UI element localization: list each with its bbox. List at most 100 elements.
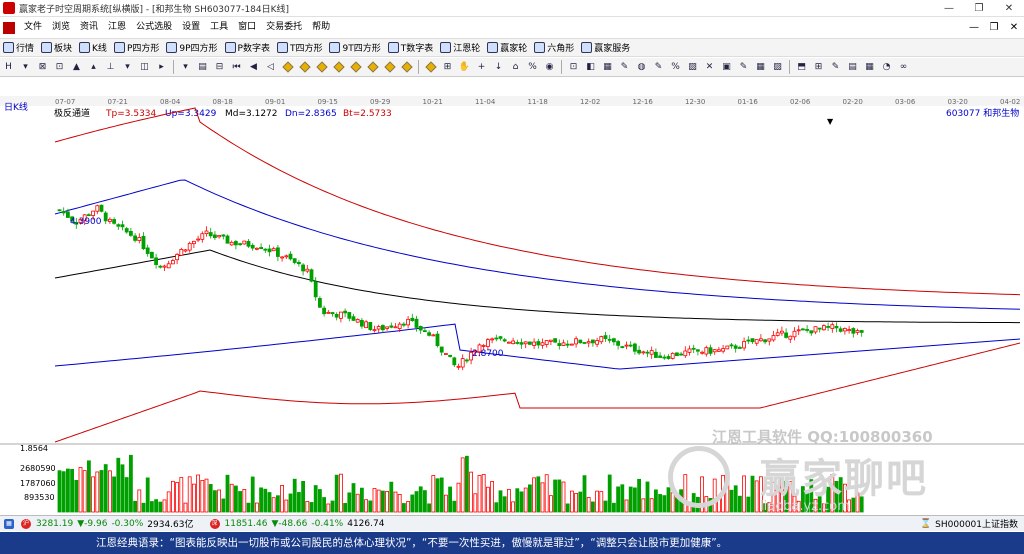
draw-tool-23-icon[interactable]: [400, 61, 413, 74]
menu-window[interactable]: 窗口: [233, 18, 261, 37]
draw-tool-20-icon[interactable]: [349, 61, 362, 74]
draw-tool-3-icon[interactable]: ⊡: [53, 61, 66, 74]
draw-tool-27-icon[interactable]: +: [475, 61, 488, 74]
minimize-button[interactable]: —: [934, 0, 964, 17]
draw-tool-37-icon[interactable]: ✎: [652, 61, 665, 74]
menu-trade[interactable]: 交易委托: [261, 18, 307, 37]
candle-body: [788, 335, 793, 340]
draw-tool-12-icon[interactable]: ⊟: [213, 61, 226, 74]
draw-tool-1-icon[interactable]: ▾: [19, 61, 32, 74]
menu-info[interactable]: 资讯: [75, 18, 103, 37]
sh-index-icon[interactable]: 沪: [21, 518, 31, 529]
volume-bar: [696, 496, 700, 513]
draw-tool-6-icon[interactable]: ⊥: [104, 61, 117, 74]
draw-tool-29-icon[interactable]: ⌂: [509, 61, 522, 74]
bottom-band-line: [54, 342, 1021, 443]
toolbar-blocks-button[interactable]: 板块: [38, 39, 76, 56]
draw-tool-39-icon[interactable]: ▨: [686, 61, 699, 74]
draw-tool-32-icon[interactable]: ⊡: [567, 61, 580, 74]
candle-body: [271, 248, 276, 252]
volume-bar: [826, 486, 830, 513]
restore-button[interactable]: ❐: [964, 0, 994, 17]
menu-grid-icon[interactable]: ▦: [4, 518, 14, 529]
draw-tool-42-icon[interactable]: ✎: [737, 61, 750, 74]
draw-tool-15-icon[interactable]: ◁: [264, 61, 277, 74]
draw-tool-7-icon[interactable]: ▾: [121, 61, 134, 74]
draw-tool-51-icon[interactable]: ∞: [897, 61, 910, 74]
sz-index-icon[interactable]: 深: [209, 518, 220, 529]
draw-tool-46-icon[interactable]: ⊞: [812, 61, 825, 74]
draw-tool-35-icon[interactable]: ✎: [618, 61, 631, 74]
volume-bar: [389, 481, 394, 513]
draw-tool-19-icon[interactable]: [332, 61, 345, 74]
draw-tool-36-icon[interactable]: ◍: [635, 61, 648, 74]
toolbar-t-square-button[interactable]: T四方形: [274, 39, 327, 56]
mdi-minimize-button[interactable]: —: [964, 22, 984, 33]
menu-help[interactable]: 帮助: [307, 18, 335, 37]
draw-tool-43-icon[interactable]: ▦: [754, 61, 767, 74]
draw-tool-9-icon[interactable]: ▸: [155, 61, 168, 74]
toolbar-9p-square-button[interactable]: 9P四方形: [163, 39, 221, 56]
menu-gann[interactable]: 江恩: [103, 18, 131, 37]
toolbar-t-table-button[interactable]: T数字表: [385, 39, 438, 56]
draw-tool-31-icon[interactable]: ◉: [543, 61, 556, 74]
candle-body: [229, 241, 234, 246]
draw-tool-8-icon[interactable]: ◫: [138, 61, 151, 74]
toolbar-gann-wheel-button[interactable]: 江恩轮: [437, 39, 484, 56]
draw-tool-41-icon[interactable]: ▣: [720, 61, 733, 74]
kline-chart[interactable]: 07-07 07-21 08-04 08-18 09-01 09-15 09-29 10-21…: [0, 78, 1024, 514]
draw-tool-10-icon[interactable]: ▾: [179, 61, 192, 74]
toolbar-p-table-button[interactable]: P数字表: [222, 39, 274, 56]
toolbar-hexagon-button[interactable]: 六角形: [531, 39, 578, 56]
draw-tool-0-icon[interactable]: H: [2, 61, 15, 74]
draw-tool-50-icon[interactable]: ◔: [880, 61, 893, 74]
draw-tool-13-icon[interactable]: ⏮: [230, 61, 243, 74]
draw-tool-17-icon[interactable]: [298, 61, 311, 74]
volume-bar: [208, 484, 213, 513]
draw-tool-30-icon[interactable]: %: [526, 61, 539, 74]
draw-tool-47-icon[interactable]: ✎: [829, 61, 842, 74]
menu-browse[interactable]: 浏览: [47, 18, 75, 37]
draw-tool-4-icon[interactable]: ▲: [70, 61, 83, 74]
draw-tool-45-icon[interactable]: ⬒: [795, 61, 808, 74]
menu-file[interactable]: 文件: [19, 18, 47, 37]
draw-tool-22-icon[interactable]: [383, 61, 396, 74]
candle-body: [843, 328, 847, 332]
toolbar-grid-button[interactable]: 行情: [0, 39, 38, 56]
menu-formula[interactable]: 公式选股: [131, 18, 177, 37]
draw-tool-33-icon[interactable]: ◧: [584, 61, 597, 74]
draw-tool-40-icon[interactable]: ✕: [703, 61, 716, 74]
candle-body: [380, 325, 385, 331]
upper-band-line: [54, 179, 1021, 310]
draw-tool-26-icon[interactable]: ✋: [458, 61, 471, 74]
mdi-close-button[interactable]: ✕: [1004, 22, 1024, 33]
draw-tool-48-icon[interactable]: ▤: [846, 61, 859, 74]
candle-body: [191, 240, 196, 245]
draw-tool-49-icon[interactable]: ▦: [863, 61, 876, 74]
toolbar-9t-square-button[interactable]: 9T四方形: [326, 39, 384, 56]
menu-tools[interactable]: 工具: [205, 18, 233, 37]
toolbar-candle-button[interactable]: K线: [76, 39, 111, 56]
draw-tool-28-icon[interactable]: ↓: [492, 61, 505, 74]
draw-tool-44-icon[interactable]: ▨: [771, 61, 784, 74]
draw-tool-11-icon[interactable]: ▤: [196, 61, 209, 74]
menu-settings[interactable]: 设置: [177, 18, 205, 37]
draw-tool-34-icon[interactable]: ▦: [601, 61, 614, 74]
toolbar-dollar-button[interactable]: 赢家服务: [578, 39, 634, 56]
draw-tool-16-icon[interactable]: [281, 61, 294, 74]
mdi-restore-button[interactable]: ❐: [984, 22, 1004, 33]
draw-tool-21-icon[interactable]: [366, 61, 379, 74]
draw-tool-24-icon[interactable]: [424, 61, 437, 74]
close-button[interactable]: ✕: [994, 0, 1024, 17]
draw-tool-18-icon[interactable]: [315, 61, 328, 74]
draw-tool-5-icon[interactable]: ▴: [87, 61, 100, 74]
toolbar-winner-wheel-button[interactable]: 赢家轮: [484, 39, 531, 56]
draw-tool-38-icon[interactable]: %: [669, 61, 682, 74]
draw-tool-14-icon[interactable]: ◀: [247, 61, 260, 74]
draw-tool-2-icon[interactable]: ⊠: [36, 61, 49, 74]
kline-chart-panel[interactable]: 07-07 07-21 08-04 08-18 09-01 09-15 09-29 10-21…: [0, 78, 1024, 514]
toolbar-p-square-button[interactable]: P四方形: [111, 39, 163, 56]
volume-bar: [162, 499, 167, 513]
current-index-label[interactable]: SH000001上证指数: [935, 517, 1018, 530]
draw-tool-25-icon[interactable]: ⊞: [441, 61, 454, 74]
